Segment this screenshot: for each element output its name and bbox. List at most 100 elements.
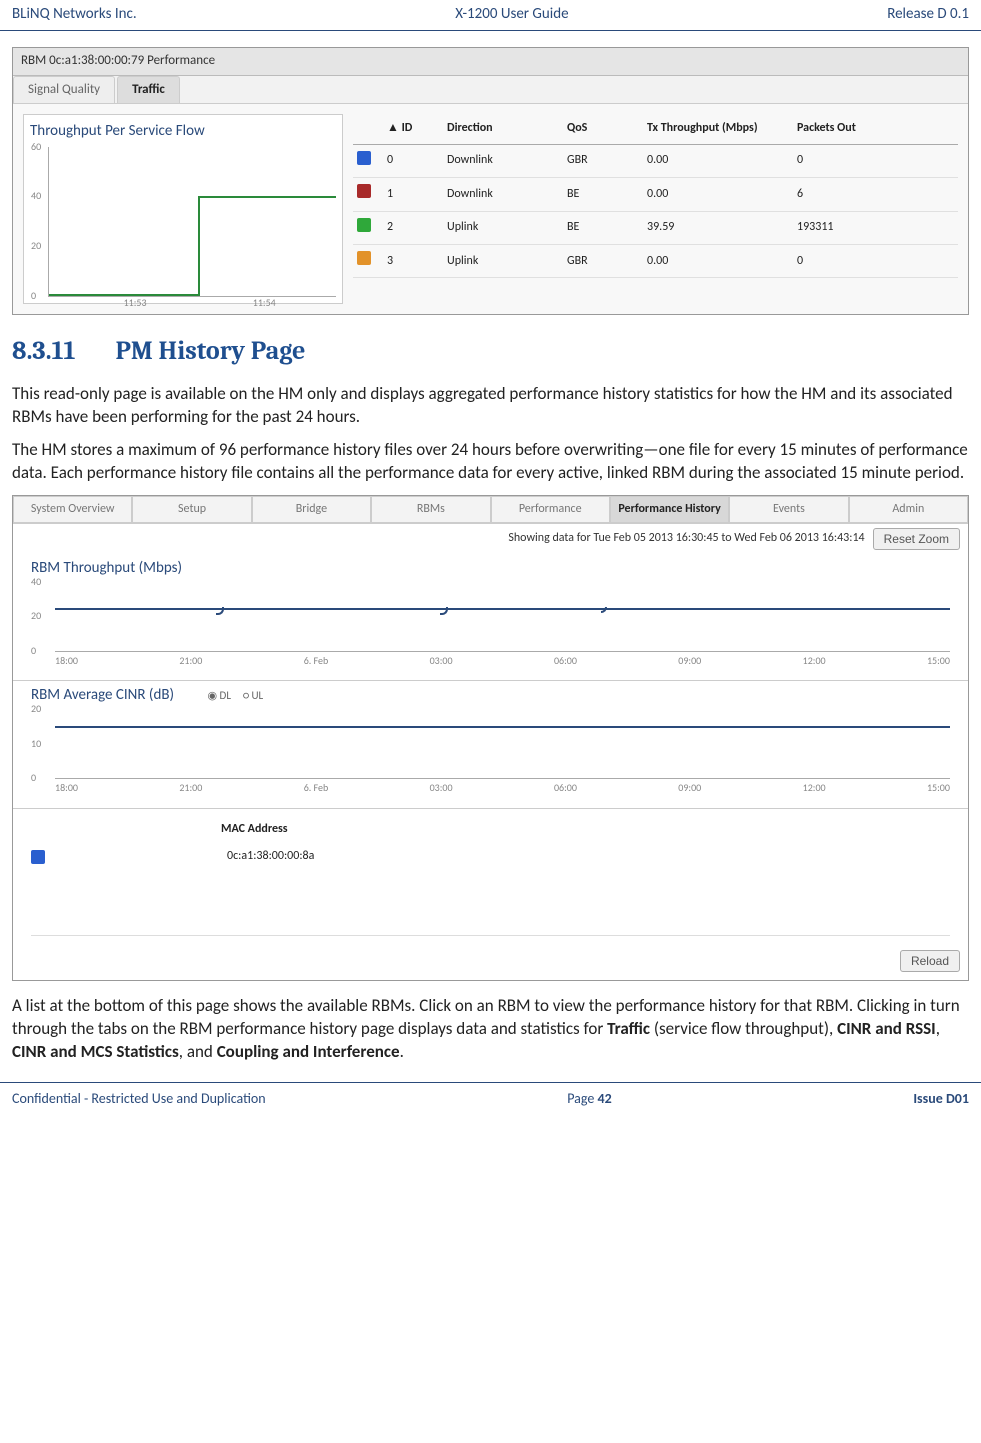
series-line (55, 608, 950, 610)
cell: 6 (797, 186, 917, 203)
reload-button[interactable]: Reload (900, 950, 960, 972)
tab-signal-quality[interactable]: Signal Quality (13, 76, 115, 104)
col-direction[interactable]: Direction (447, 120, 567, 137)
x-axis-ticks: 18:00 21:00 6. Feb 03:00 06:00 09:00 12:… (55, 781, 950, 796)
cell: 0.00 (647, 186, 797, 203)
x-tick: 06:00 (554, 654, 577, 669)
cell: BE (567, 186, 647, 203)
radio-dl[interactable]: ◉ DL (207, 688, 231, 704)
color-swatch-icon (31, 850, 45, 864)
cell: BE (567, 219, 647, 236)
table-row[interactable]: 1 Downlink BE 0.00 6 (353, 178, 958, 211)
section-title: PM History Page (115, 336, 305, 366)
y-tick: 10 (31, 736, 41, 751)
x-tick: 03:00 (430, 781, 453, 796)
color-swatch-icon (357, 151, 371, 165)
footer-issue: Issue D01 (913, 1089, 969, 1109)
nav-admin[interactable]: Admin (849, 496, 968, 523)
x-tick: 11:53 (124, 296, 147, 311)
y-tick: 0 (31, 289, 36, 304)
section-number: 8.3.11 (12, 336, 75, 366)
x-tick: 15:00 (927, 654, 950, 669)
cell: GBR (567, 253, 647, 270)
x-tick: 06:00 (554, 781, 577, 796)
color-swatch-icon (357, 251, 371, 265)
cell: Downlink (447, 152, 567, 169)
performance-history-panel: System Overview Setup Bridge RBMs Perfor… (12, 495, 969, 982)
header-doc-title: X-1200 User Guide (455, 4, 568, 26)
nav-rbms[interactable]: RBMs (371, 496, 490, 523)
x-tick: 12:00 (803, 781, 826, 796)
y-tick: 0 (31, 644, 36, 659)
cell: 3 (387, 253, 447, 270)
throughput-chart-title: Throughput Per Service Flow (30, 121, 336, 143)
nav-events[interactable]: Events (729, 496, 848, 523)
mac-address-value: 0c:a1:38:00:00:8a (227, 848, 314, 865)
rbm-cinr-chart: RBM Average CINR (dB) ◉ DL ○ UL 20 10 0 … (13, 681, 968, 808)
x-axis-ticks: 18:00 21:00 6. Feb 03:00 06:00 09:00 12:… (55, 654, 950, 669)
x-tick: 18:00 (55, 654, 78, 669)
col-qos[interactable]: QoS (567, 120, 647, 137)
nav-system-overview[interactable]: System Overview (13, 496, 132, 523)
rbm-list: MAC Address 0c:a1:38:00:00:8a (13, 809, 968, 943)
rbm-cinr-title: RBM Average CINR (dB) ◉ DL ○ UL (31, 685, 950, 707)
x-tick: 03:00 (430, 654, 453, 669)
series-line (55, 726, 950, 728)
nav-setup[interactable]: Setup (132, 496, 251, 523)
x-tick: 18:00 (55, 781, 78, 796)
y-tick: 40 (31, 189, 41, 204)
cell: 0 (797, 253, 917, 270)
table-row[interactable]: 3 Uplink GBR 0.00 0 (353, 245, 958, 278)
table-header-row: ▲ ID Direction QoS Tx Throughput (Mbps) … (353, 114, 958, 144)
reset-zoom-button[interactable]: Reset Zoom (873, 528, 960, 550)
main-nav-tabs: System Overview Setup Bridge RBMs Perfor… (13, 496, 968, 524)
page-header: BLiNQ Networks Inc. X-1200 User Guide Re… (0, 0, 981, 31)
x-tick: 6. Feb (304, 654, 329, 669)
radio-ul[interactable]: ○ UL (243, 688, 263, 704)
y-tick: 0 (31, 771, 36, 786)
x-tick: 6. Feb (304, 781, 329, 796)
throughput-chart: Throughput Per Service Flow 60 40 20 0 1… (23, 114, 343, 304)
rbm-throughput-title: RBM Throughput (Mbps) (31, 558, 950, 580)
col-tx-throughput[interactable]: Tx Throughput (Mbps) (647, 120, 797, 137)
cell: Uplink (447, 253, 567, 270)
tab-traffic[interactable]: Traffic (117, 76, 180, 104)
rbm-throughput-chart: RBM Throughput (Mbps) 40 20 0 18:00 21:0… (13, 554, 968, 681)
showing-data-range: Showing data for Tue Feb 05 2013 16:30:4… (508, 530, 864, 547)
cell: Downlink (447, 186, 567, 203)
service-flow-table: ▲ ID Direction QoS Tx Throughput (Mbps) … (353, 114, 958, 304)
cell: Uplink (447, 219, 567, 236)
y-tick: 20 (31, 702, 41, 717)
x-tick: 21:00 (179, 781, 202, 796)
footer-confidential: Confidential - Restricted Use and Duplic… (12, 1089, 266, 1109)
table-row[interactable]: 2 Uplink BE 39.59 193311 (353, 212, 958, 245)
table-row[interactable]: 0 Downlink GBR 0.00 0 (353, 145, 958, 178)
series-line (49, 294, 198, 296)
x-tick: 12:00 (803, 654, 826, 669)
nav-performance-history[interactable]: Performance History (610, 496, 729, 523)
col-id[interactable]: ▲ ID (387, 120, 447, 137)
header-company: BLiNQ Networks Inc. (12, 4, 137, 26)
col-packets-out[interactable]: Packets Out (797, 120, 917, 137)
y-tick: 20 (31, 238, 41, 253)
mac-address-header: MAC Address (221, 815, 950, 844)
footer-page: Page 42 (567, 1089, 611, 1109)
nav-performance[interactable]: Performance (491, 496, 610, 523)
x-tick: 09:00 (678, 781, 701, 796)
cell: 0 (387, 152, 447, 169)
cell: 0.00 (647, 253, 797, 270)
cell: 1 (387, 186, 447, 203)
y-tick: 60 (31, 140, 41, 155)
nav-bridge[interactable]: Bridge (252, 496, 371, 523)
page-footer: Confidential - Restricted Use and Duplic… (0, 1082, 981, 1119)
x-tick: 21:00 (179, 654, 202, 669)
cell: 39.59 (647, 219, 797, 236)
color-swatch-icon (357, 184, 371, 198)
body-paragraph: A list at the bottom of this page shows … (12, 995, 969, 1064)
header-release: Release D 0.1 (887, 4, 969, 26)
performance-panel-title: RBM 0c:a1:38:00:00:79 Performance (13, 48, 968, 76)
color-swatch-icon (357, 218, 371, 232)
cell: 2 (387, 219, 447, 236)
cell: 0.00 (647, 152, 797, 169)
list-item[interactable]: 0c:a1:38:00:00:8a (31, 844, 950, 936)
